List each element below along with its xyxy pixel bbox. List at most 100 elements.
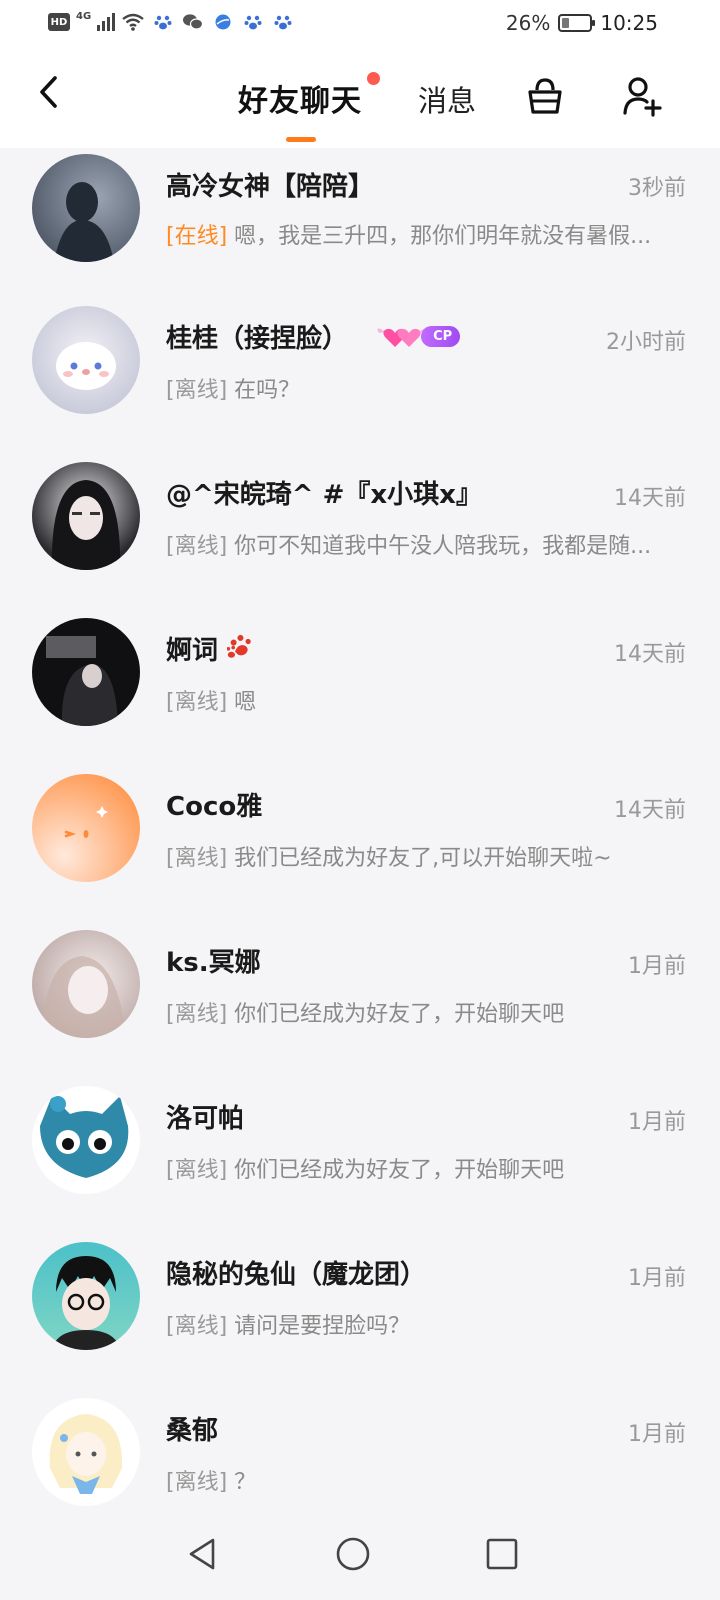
- preview-text: ？: [234, 1470, 257, 1495]
- contact-name: 隐秘的兔仙（魔龙团）: [166, 1260, 427, 1290]
- contact-name: Coco雅: [166, 792, 263, 822]
- clock: 10:25: [600, 11, 658, 35]
- message-preview: [离线] 你可不知道我中午没人陪我玩，我都是随...: [166, 528, 686, 560]
- chat-row[interactable]: 高冷女神【陪陪】 3秒前 [在线] 嗯，我是三升四，那你们明年就没有暑假...: [0, 148, 720, 298]
- chat-list: 高冷女神【陪陪】 3秒前 [在线] 嗯，我是三升四，那你们明年就没有暑假... …: [0, 148, 720, 1546]
- message-preview: [在线] 嗯，我是三升四，那你们明年就没有暑假...: [166, 218, 686, 250]
- contact-name: 桑郁: [166, 1416, 219, 1446]
- paw-icon: [226, 634, 251, 658]
- top-header: 好友聊天 消息: [0, 50, 720, 148]
- last-message-time: 14天前: [614, 798, 686, 823]
- contact-name: 高冷女神【陪陪】: [166, 172, 375, 202]
- contact-name: @^宋皖琦^ #『x小琪x』: [166, 480, 482, 510]
- unread-dot: [367, 72, 380, 85]
- status-bar: HD 4G 26% 10:25: [0, 0, 720, 50]
- paw-app-icon-2: [241, 12, 265, 32]
- contact-name: 婀词: [166, 636, 219, 666]
- triangle-back-icon: [189, 1538, 215, 1570]
- avatar: [32, 462, 140, 570]
- contact-name: ks.冥娜: [166, 948, 261, 978]
- online-status: [在线]: [166, 224, 228, 249]
- nav-recents-button[interactable]: [482, 1534, 522, 1574]
- back-button[interactable]: [30, 72, 66, 112]
- preview-text: 你可不知道我中午没人陪我玩，我都是随...: [234, 534, 652, 559]
- message-preview: [离线] 你们已经成为好友了，开始聊天吧: [166, 1152, 686, 1184]
- avatar: [32, 1242, 140, 1350]
- message-preview: [离线] 请问是要捏脸吗？: [166, 1308, 686, 1340]
- network-type: 4G: [76, 10, 92, 22]
- chevron-left-icon: [40, 76, 57, 108]
- preview-text: 你们已经成为好友了，开始聊天吧: [234, 1002, 565, 1027]
- message-preview: [离线] 嗯: [166, 684, 686, 716]
- message-preview: [离线] ？: [166, 1464, 686, 1496]
- status-icons-left: HD 4G: [48, 10, 295, 32]
- avatar: [32, 1086, 140, 1194]
- last-message-time: 14天前: [614, 486, 686, 511]
- last-message-time: 2小时前: [606, 330, 686, 355]
- contact-name-wrap: 婀词: [166, 630, 257, 668]
- avatar: [32, 306, 140, 414]
- status-icons-right: 26% 10:25: [506, 11, 658, 35]
- basket-button[interactable]: [524, 74, 566, 118]
- tab-messages[interactable]: 消息: [418, 78, 476, 120]
- preview-text: 我们已经成为好友了,可以开始聊天啦~: [234, 846, 612, 871]
- last-message-time: 1月前: [628, 1110, 686, 1135]
- contact-name: 桂桂（接捏脸）: [166, 324, 349, 354]
- avatar: [32, 930, 140, 1038]
- preview-text: 你们已经成为好友了，开始聊天吧: [234, 1158, 565, 1183]
- chat-row[interactable]: 婀词 14天前 [离线] 嗯: [0, 610, 720, 766]
- cp-badge: CP: [375, 323, 461, 351]
- offline-status: [离线]: [166, 1158, 228, 1183]
- wifi-icon: [121, 12, 145, 32]
- chat-row[interactable]: 洛可帕 1月前 [离线] 你们已经成为好友了，开始聊天吧: [0, 1078, 720, 1234]
- paw-app-icon-3: [271, 12, 295, 32]
- chat-row[interactable]: ks.冥娜 1月前 [离线] 你们已经成为好友了，开始聊天吧: [0, 922, 720, 1078]
- avatar: [32, 774, 140, 882]
- last-message-time: 14天前: [614, 642, 686, 667]
- add-friend-button[interactable]: [622, 74, 664, 118]
- avatar: [32, 1398, 140, 1506]
- shopping-basket-icon: [528, 78, 562, 114]
- avatar: [32, 154, 140, 262]
- preview-text: 请问是要捏脸吗？: [234, 1314, 411, 1339]
- message-preview: [离线] 在吗？: [166, 372, 686, 404]
- last-message-time: 1月前: [628, 1266, 686, 1291]
- wechat-icon: [181, 12, 205, 32]
- chat-row[interactable]: 隐秘的兔仙（魔龙团） 1月前 [离线] 请问是要捏脸吗？: [0, 1234, 720, 1390]
- system-nav-bar: [0, 1512, 720, 1600]
- cp-label: CP: [421, 326, 461, 347]
- chat-row[interactable]: Coco雅 14天前 [离线] 我们已经成为好友了,可以开始聊天啦~: [0, 766, 720, 922]
- offline-status: [离线]: [166, 1470, 228, 1495]
- message-preview: [离线] 你们已经成为好友了，开始聊天吧: [166, 996, 686, 1028]
- contact-name-wrap: 桂桂（接捏脸） CP: [166, 318, 461, 355]
- add-user-icon: [623, 77, 662, 117]
- active-tab-indicator: [286, 137, 316, 142]
- nav-home-button[interactable]: [333, 1534, 373, 1574]
- square-recents-icon: [486, 1538, 518, 1570]
- offline-status: [离线]: [166, 1314, 228, 1339]
- message-preview: [离线] 我们已经成为好友了,可以开始聊天啦~: [166, 840, 686, 872]
- contact-name: 洛可帕: [166, 1104, 245, 1134]
- chat-row[interactable]: 桂桂（接捏脸） CP 2小时前 [离线] 在吗？: [0, 298, 720, 454]
- last-message-time: 1月前: [628, 954, 686, 979]
- preview-text: 嗯，我是三升四，那你们明年就没有暑假...: [234, 224, 652, 249]
- battery-percent: 26%: [505, 11, 551, 35]
- nav-back-button[interactable]: [182, 1534, 222, 1574]
- last-message-time: 3秒前: [628, 176, 686, 201]
- circle-home-icon: [336, 1537, 370, 1571]
- avatar: [32, 618, 140, 726]
- preview-text: 嗯: [234, 690, 257, 715]
- offline-status: [离线]: [166, 534, 228, 559]
- offline-status: [离线]: [166, 690, 228, 715]
- browser-icon: [211, 12, 235, 32]
- offline-status: [离线]: [166, 1002, 228, 1027]
- preview-text: 在吗？: [234, 378, 301, 403]
- battery-icon: [558, 14, 596, 32]
- offline-status: [离线]: [166, 378, 228, 403]
- hd-indicator: HD: [48, 13, 70, 31]
- last-message-time: 1月前: [628, 1422, 686, 1447]
- offline-status: [离线]: [166, 846, 228, 871]
- chat-row[interactable]: @^宋皖琦^ #『x小琪x』 14天前 [离线] 你可不知道我中午没人陪我玩，我…: [0, 454, 720, 610]
- tab-friend-chat[interactable]: 好友聊天: [238, 76, 362, 120]
- signal-icon: [97, 13, 116, 31]
